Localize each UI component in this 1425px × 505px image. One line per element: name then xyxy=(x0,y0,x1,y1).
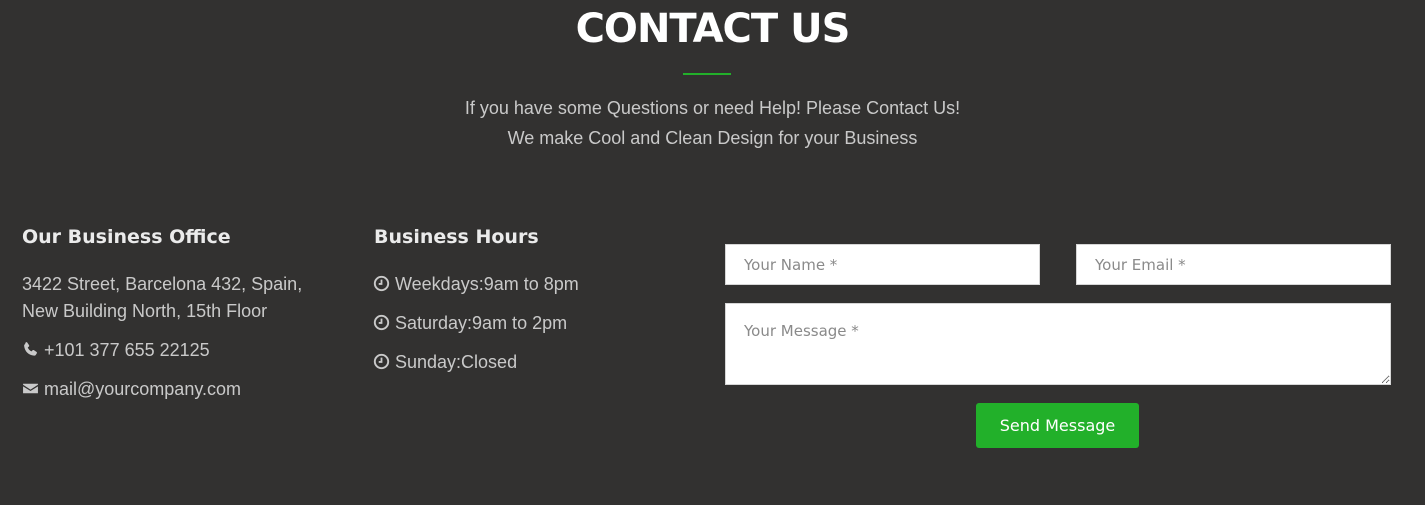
hours-item: Sunday:Closed xyxy=(373,352,517,373)
email-address: mail@yourcompany.com xyxy=(44,379,241,399)
subtitle-line-2: We make Cool and Clean Design for your B… xyxy=(507,128,918,148)
hours-heading: Business Hours xyxy=(374,226,539,248)
phone-row: +101 377 655 22125 xyxy=(22,340,210,361)
phone-icon xyxy=(22,341,39,358)
address-line-2: New Building North, 15th Floor xyxy=(22,301,268,321)
clock-icon xyxy=(373,314,390,331)
email-field[interactable] xyxy=(1076,244,1391,285)
subtitle-line-1: If you have some Questions or need Help!… xyxy=(464,98,961,118)
envelope-icon xyxy=(22,380,39,397)
page-title: CONTACT US xyxy=(575,6,851,52)
title-underline xyxy=(683,73,731,75)
contact-section: CONTACT US If you have some Questions or… xyxy=(0,0,1425,505)
address-line-1: 3422 Street, Barcelona 432, Spain, xyxy=(22,274,303,294)
message-field[interactable] xyxy=(725,303,1391,385)
hours-item: Saturday:9am to 2pm xyxy=(373,313,567,334)
phone-number: +101 377 655 22125 xyxy=(44,340,210,360)
clock-icon xyxy=(373,353,390,370)
office-heading: Our Business Office xyxy=(22,226,231,248)
hours-item-label: Sunday:Closed xyxy=(395,352,518,372)
hours-item-label: Weekdays:9am to 8pm xyxy=(395,274,579,294)
hours-item: Weekdays:9am to 8pm xyxy=(373,274,579,295)
hours-item-label: Saturday:9am to 2pm xyxy=(395,313,568,333)
name-field[interactable] xyxy=(725,244,1040,285)
clock-icon xyxy=(373,275,390,292)
send-message-button[interactable]: Send Message xyxy=(976,403,1139,448)
email-row: mail@yourcompany.com xyxy=(22,379,241,400)
